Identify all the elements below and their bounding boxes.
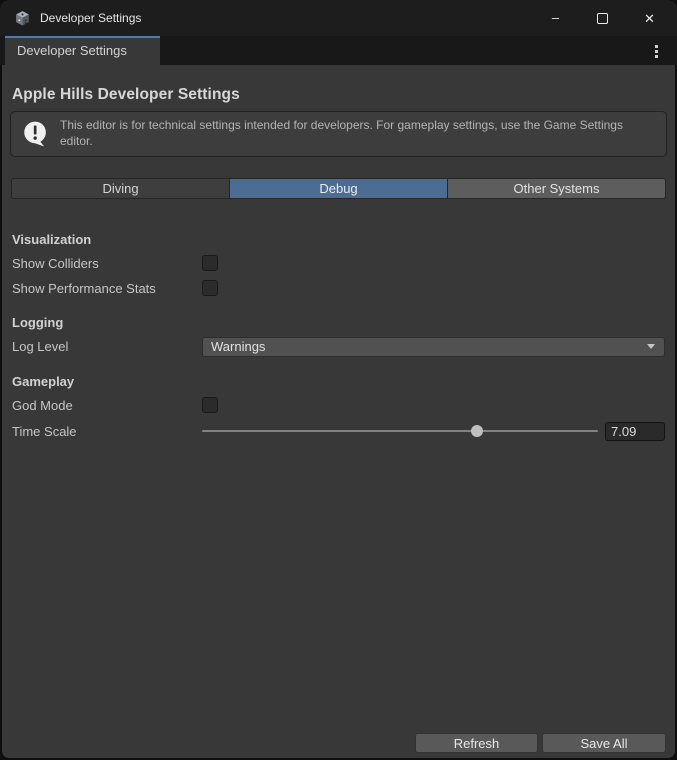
unity-cube-icon (14, 10, 31, 27)
warning-bubble-icon (22, 120, 49, 147)
time-scale-slider[interactable] (202, 422, 598, 441)
settings-content-panel: Apple Hills Developer Settings This edit… (2, 65, 675, 758)
log-level-label: Log Level (12, 339, 202, 354)
developer-settings-window: Developer Settings – ✕ Developer Setting… (0, 0, 677, 760)
footer-actions: Refresh Save All (415, 733, 666, 753)
show-performance-stats-label: Show Performance Stats (12, 281, 202, 296)
maximize-button[interactable] (579, 0, 626, 36)
page-title: Apple Hills Developer Settings (2, 65, 675, 104)
maximize-icon (597, 13, 608, 24)
row-god-mode: God Mode (2, 397, 675, 414)
minimize-button[interactable]: – (532, 0, 579, 36)
chevron-down-icon (647, 344, 655, 349)
tab-label: Developer Settings (17, 43, 127, 58)
god-mode-checkbox[interactable] (202, 397, 218, 413)
minimize-icon: – (552, 11, 559, 24)
refresh-button[interactable]: Refresh (415, 733, 538, 753)
tab-developer-settings[interactable]: Developer Settings (5, 36, 160, 65)
row-log-level: Log Level Warnings (2, 337, 675, 357)
window-title: Developer Settings (40, 11, 141, 25)
time-scale-value-field[interactable]: 7.09 (605, 422, 665, 441)
save-all-button[interactable]: Save All (542, 733, 666, 753)
log-level-dropdown[interactable]: Warnings (202, 337, 665, 357)
window-titlebar: Developer Settings – ✕ (0, 0, 677, 36)
close-button[interactable]: ✕ (626, 0, 673, 36)
slider-track[interactable] (202, 430, 598, 432)
section-title-logging: Logging (2, 315, 675, 331)
tab-other-systems[interactable]: Other Systems (448, 178, 666, 199)
time-scale-label: Time Scale (12, 424, 202, 439)
tab-debug[interactable]: Debug (230, 178, 448, 199)
log-level-value: Warnings (211, 339, 265, 354)
window-controls: – ✕ (532, 0, 677, 36)
show-performance-stats-checkbox[interactable] (202, 280, 218, 296)
show-colliders-label: Show Colliders (12, 256, 202, 271)
section-title-visualization: Visualization (2, 232, 675, 248)
section-title-gameplay: Gameplay (2, 374, 675, 390)
row-show-colliders: Show Colliders (2, 255, 675, 272)
notice-text: This editor is for technical settings in… (60, 118, 650, 150)
tab-menu-button[interactable] (649, 43, 663, 59)
time-scale-slider-knob[interactable] (471, 425, 483, 437)
row-time-scale: Time Scale 7.09 (2, 422, 675, 441)
editor-tab-bar: Developer Settings (0, 36, 677, 65)
row-show-performance-stats: Show Performance Stats (2, 280, 675, 297)
show-colliders-checkbox[interactable] (202, 255, 218, 271)
close-icon: ✕ (644, 12, 655, 25)
god-mode-label: God Mode (12, 398, 202, 413)
developer-notice-box: This editor is for technical settings in… (10, 111, 667, 157)
tab-diving[interactable]: Diving (11, 178, 230, 199)
kebab-menu-icon (655, 45, 658, 48)
category-toolbar: Diving Debug Other Systems (11, 178, 666, 199)
